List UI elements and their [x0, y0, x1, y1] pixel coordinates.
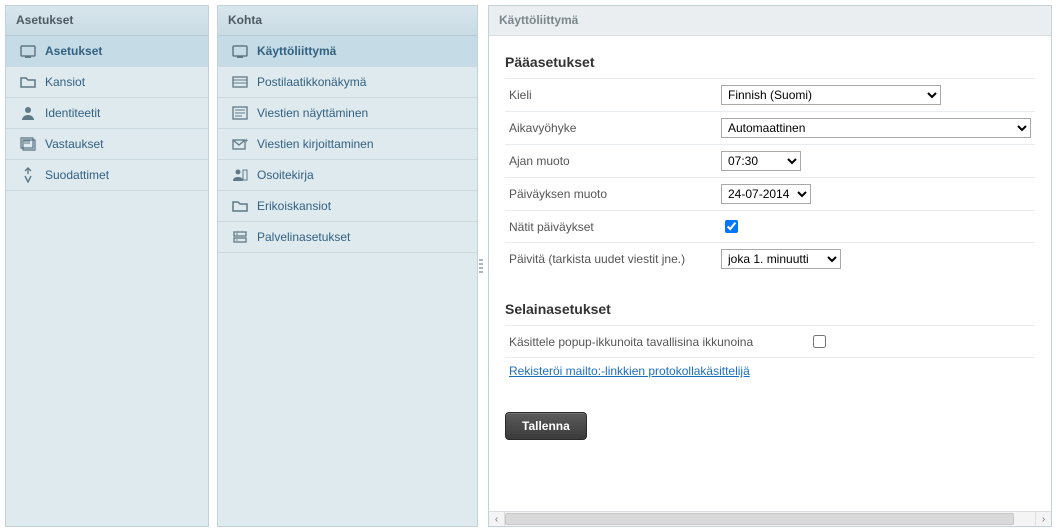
- prefs-icon: [20, 43, 36, 59]
- settings-item-label: Suodattimet: [45, 168, 109, 182]
- app-root: Asetukset Asetukset Kansiot Identiteetit Va…: [0, 0, 1057, 532]
- filters-icon: [20, 167, 36, 183]
- popup-checkbox[interactable]: [813, 335, 826, 348]
- settings-item[interactable]: Identiteetit: [6, 98, 208, 129]
- section-item-label: Erikoiskansiot: [257, 199, 331, 213]
- special-icon: [232, 198, 248, 214]
- section-column: Kohta Käyttöliittymä Postilaatikkonäkymä V…: [217, 5, 478, 527]
- scroll-track[interactable]: [505, 512, 1035, 526]
- section-item[interactable]: Postilaatikkonäkymä: [218, 67, 477, 98]
- settings-item[interactable]: Kansiot: [6, 67, 208, 98]
- main-settings-table: Kieli Finnish (Suomi) Aikavyöhyke Automa…: [505, 78, 1035, 275]
- mailto-row: Rekisteröi mailto:-linkkien protokollakä…: [505, 358, 1035, 385]
- section-item[interactable]: Palvelinasetukset: [218, 222, 477, 253]
- timeformat-select[interactable]: 07:30: [721, 151, 801, 171]
- folder-icon: [20, 74, 36, 90]
- settings-column-title: Asetukset: [6, 6, 208, 36]
- settings-item[interactable]: Suodattimet: [6, 160, 208, 191]
- refresh-select[interactable]: joka 1. minuutti: [721, 249, 841, 269]
- prettydate-label: Nätit päiväykset: [505, 211, 717, 243]
- prettydate-row: Nätit päiväykset: [505, 211, 1035, 243]
- section-item[interactable]: Osoitekirja: [218, 160, 477, 191]
- section-item-label: Käyttöliittymä: [257, 44, 336, 58]
- section-list: Käyttöliittymä Postilaatikkonäkymä Viestie…: [218, 36, 477, 253]
- dateformat-row: Päiväyksen muoto 24-07-2014: [505, 178, 1035, 211]
- section-item[interactable]: + Viestien kirjoittaminen: [218, 129, 477, 160]
- refresh-label: Päivitä (tarkista uudet viestit jne.): [505, 243, 717, 276]
- section-column-title: Kohta: [218, 6, 477, 36]
- settings-item-label: Identiteetit: [45, 106, 100, 120]
- scroll-left-arrow-icon[interactable]: ‹: [489, 512, 505, 526]
- ui-icon: [232, 43, 248, 59]
- settings-item-label: Kansiot: [45, 75, 85, 89]
- main-body: Pääasetukset Kieli Finnish (Suomi) Aikav…: [489, 36, 1051, 511]
- server-icon: [232, 229, 248, 245]
- settings-item[interactable]: Vastaukset: [6, 129, 208, 160]
- scroll-right-arrow-icon[interactable]: ›: [1035, 512, 1051, 526]
- horizontal-scrollbar[interactable]: ‹ ›: [489, 511, 1051, 526]
- section-item-label: Postilaatikkonäkymä: [257, 75, 366, 89]
- browser-settings-heading: Selainasetukset: [505, 301, 1035, 317]
- language-select[interactable]: Finnish (Suomi): [721, 85, 941, 105]
- timezone-row: Aikavyöhyke Automaattinen: [505, 112, 1035, 145]
- settings-list: Asetukset Kansiot Identiteetit Vastaukset Su…: [6, 36, 208, 191]
- section-item[interactable]: Viestien näyttäminen: [218, 98, 477, 129]
- scroll-thumb[interactable]: [505, 513, 1014, 525]
- mailto-register-link[interactable]: Rekisteröi mailto:-linkkien protokollakä…: [509, 364, 750, 378]
- save-button[interactable]: Tallenna: [505, 412, 587, 440]
- refresh-row: Päivitä (tarkista uudet viestit jne.) jo…: [505, 243, 1035, 276]
- section-item-label: Viestien näyttäminen: [257, 106, 368, 120]
- main-column: Käyttöliittymä Pääasetukset Kieli Finnis…: [488, 5, 1052, 527]
- section-item[interactable]: Käyttöliittymä: [218, 36, 477, 67]
- timeformat-label: Ajan muoto: [505, 145, 717, 178]
- settings-column: Asetukset Asetukset Kansiot Identiteetit Va…: [5, 5, 209, 527]
- mailbox-icon: [232, 74, 248, 90]
- compose-icon: +: [232, 136, 248, 152]
- popup-row: Käsittele popup-ikkunoita tavallisina ik…: [505, 326, 1035, 358]
- main-settings-heading: Pääasetukset: [505, 54, 1035, 70]
- svg-text:+: +: [244, 137, 248, 145]
- display-icon: [232, 105, 248, 121]
- language-label: Kieli: [505, 79, 717, 112]
- section-item[interactable]: Erikoiskansiot: [218, 191, 477, 222]
- timeformat-row: Ajan muoto 07:30: [505, 145, 1035, 178]
- column-splitter[interactable]: [478, 5, 483, 527]
- browser-settings-table: Käsittele popup-ikkunoita tavallisina ik…: [505, 325, 1035, 384]
- section-item-label: Viestien kirjoittaminen: [257, 137, 374, 151]
- settings-item[interactable]: Asetukset: [6, 36, 208, 67]
- responses-icon: [20, 136, 36, 152]
- section-item-label: Palvelinasetukset: [257, 230, 350, 244]
- dateformat-label: Päiväyksen muoto: [505, 178, 717, 211]
- prettydate-checkbox[interactable]: [725, 220, 738, 233]
- section-item-label: Osoitekirja: [257, 168, 314, 182]
- timezone-label: Aikavyöhyke: [505, 112, 717, 145]
- popup-label: Käsittele popup-ikkunoita tavallisina ik…: [505, 326, 805, 358]
- settings-item-label: Asetukset: [45, 44, 102, 58]
- main-column-title: Käyttöliittymä: [489, 6, 1051, 36]
- dateformat-select[interactable]: 24-07-2014: [721, 184, 811, 204]
- splitter-grip-icon: [479, 254, 483, 278]
- timezone-select[interactable]: Automaattinen: [721, 118, 1031, 138]
- language-row: Kieli Finnish (Suomi): [505, 79, 1035, 112]
- settings-item-label: Vastaukset: [45, 137, 103, 151]
- identity-icon: [20, 105, 36, 121]
- contacts-icon: [232, 167, 248, 183]
